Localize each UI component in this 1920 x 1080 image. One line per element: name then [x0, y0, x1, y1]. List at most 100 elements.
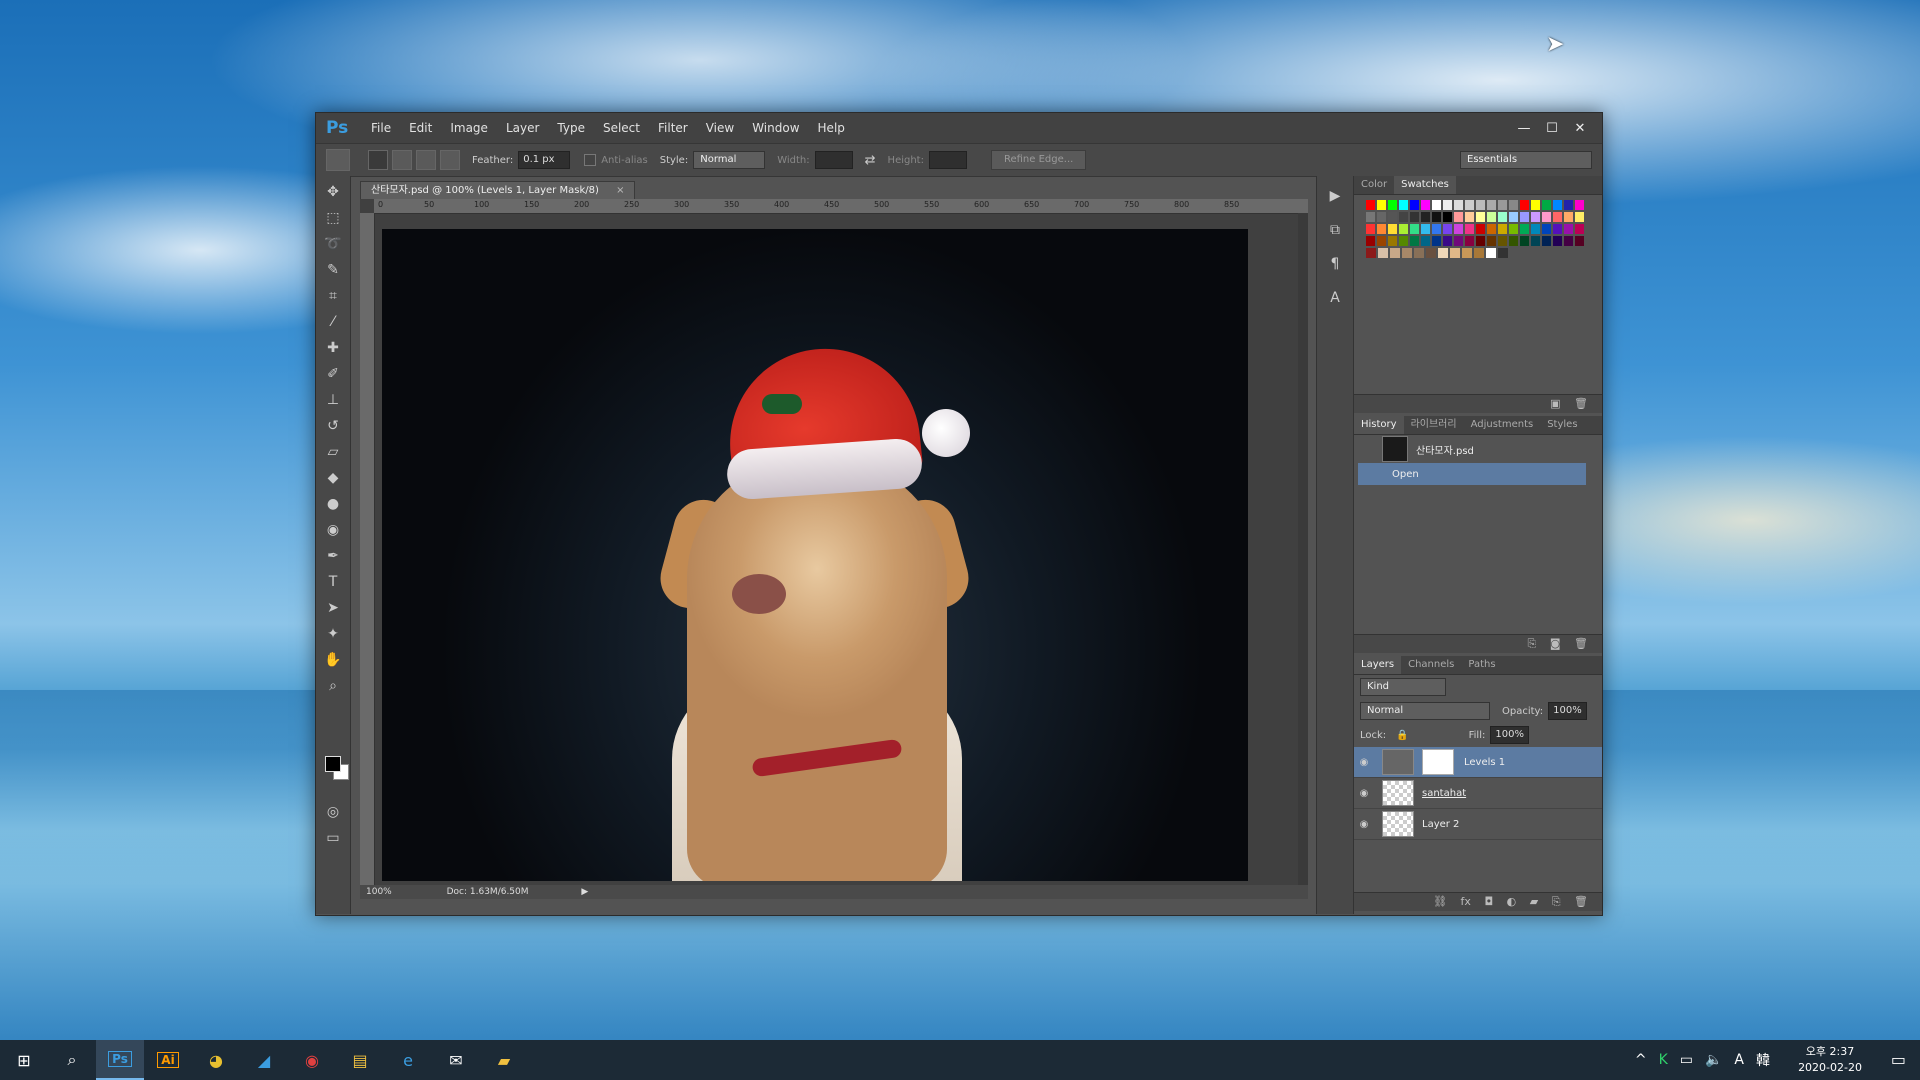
- tool-presets-icon[interactable]: ⧉: [1324, 222, 1346, 244]
- color-swatch[interactable]: [1366, 236, 1375, 246]
- color-swatch[interactable]: [1498, 248, 1508, 258]
- menu-select[interactable]: Select: [594, 113, 649, 143]
- color-swatch[interactable]: [1432, 212, 1441, 222]
- trash-icon[interactable]: 🗑: [1574, 895, 1588, 908]
- color-swatch[interactable]: [1498, 224, 1507, 234]
- color-swatch[interactable]: [1366, 200, 1375, 210]
- document-image[interactable]: [382, 229, 1248, 881]
- trash-icon[interactable]: 🗑: [1574, 637, 1588, 650]
- swap-icon[interactable]: ⇄: [865, 153, 876, 168]
- visibility-eye-icon[interactable]: ◉: [1354, 819, 1374, 830]
- taskbar-illustrator[interactable]: Ai: [144, 1040, 192, 1080]
- color-swatch[interactable]: [1443, 236, 1452, 246]
- color-swatch[interactable]: [1476, 236, 1485, 246]
- canvas-scrollbar[interactable]: [1298, 213, 1308, 885]
- adjustment-icon[interactable]: ◐: [1507, 895, 1517, 908]
- color-swatch[interactable]: [1553, 212, 1562, 222]
- tab-libraries[interactable]: 라이브러리: [1404, 416, 1464, 434]
- tray-k-icon[interactable]: K: [1659, 1052, 1668, 1068]
- color-swatch[interactable]: [1564, 224, 1573, 234]
- eraser-tool-icon[interactable]: ▱: [322, 442, 344, 462]
- shape-tool-icon[interactable]: ✦: [322, 624, 344, 644]
- color-swatch[interactable]: [1399, 224, 1408, 234]
- menu-image[interactable]: Image: [441, 113, 497, 143]
- menu-layer[interactable]: Layer: [497, 113, 548, 143]
- refine-edge-button[interactable]: Refine Edge...: [990, 150, 1087, 170]
- color-swatch[interactable]: [1465, 212, 1474, 222]
- color-swatch[interactable]: [1388, 236, 1397, 246]
- visibility-eye-icon[interactable]: ◉: [1354, 757, 1374, 768]
- color-swatch[interactable]: [1388, 200, 1397, 210]
- color-swatch[interactable]: [1410, 200, 1419, 210]
- healing-brush-tool-icon[interactable]: ✚: [322, 338, 344, 358]
- marquee-tool-icon[interactable]: ⬚: [322, 208, 344, 228]
- character-icon[interactable]: A: [1324, 290, 1346, 312]
- crop-tool-icon[interactable]: ⌗: [322, 286, 344, 306]
- tab-history[interactable]: History: [1354, 416, 1404, 434]
- visibility-eye-icon[interactable]: ◉: [1354, 788, 1374, 799]
- menu-type[interactable]: Type: [548, 113, 594, 143]
- taskbar-app[interactable]: ◢: [240, 1040, 288, 1080]
- color-swatch[interactable]: [1399, 212, 1408, 222]
- play-icon[interactable]: ▶: [1324, 188, 1346, 210]
- lasso-tool-icon[interactable]: ➰: [322, 234, 344, 254]
- tab-styles[interactable]: Styles: [1540, 416, 1584, 434]
- color-swatch[interactable]: [1388, 212, 1397, 222]
- color-swatch[interactable]: [1432, 200, 1441, 210]
- color-swatch[interactable]: [1575, 200, 1584, 210]
- color-swatch[interactable]: [1443, 224, 1452, 234]
- tray-chevron-icon[interactable]: ^: [1635, 1052, 1647, 1068]
- new-layer-icon[interactable]: ⎘: [1552, 895, 1561, 908]
- layer-mask-thumbnail[interactable]: [1422, 749, 1454, 775]
- layer-kind-dropdown[interactable]: Kind: [1360, 678, 1446, 696]
- color-swatch[interactable]: [1366, 248, 1376, 258]
- color-swatch[interactable]: [1564, 200, 1573, 210]
- color-swatch[interactable]: [1399, 200, 1408, 210]
- color-swatch[interactable]: [1531, 236, 1540, 246]
- status-menu-icon[interactable]: ▶: [581, 887, 588, 897]
- color-swatch[interactable]: [1487, 236, 1496, 246]
- minimize-button[interactable]: —: [1510, 121, 1538, 136]
- eyedropper-tool-icon[interactable]: ⁄: [322, 312, 344, 332]
- quick-select-tool-icon[interactable]: ✎: [322, 260, 344, 280]
- color-swatch[interactable]: [1487, 212, 1496, 222]
- menu-file[interactable]: File: [362, 113, 400, 143]
- color-swatch[interactable]: [1454, 200, 1463, 210]
- add-selection-button[interactable]: [392, 150, 412, 170]
- color-swatch[interactable]: [1366, 224, 1375, 234]
- notification-icon[interactable]: ▭: [1891, 1050, 1906, 1069]
- document-close-icon[interactable]: ×: [616, 185, 624, 196]
- menu-view[interactable]: View: [697, 113, 743, 143]
- color-swatch[interactable]: [1564, 212, 1573, 222]
- height-input[interactable]: [928, 151, 967, 169]
- color-swatch[interactable]: [1498, 236, 1507, 246]
- color-swatch[interactable]: [1520, 212, 1529, 222]
- antialias-checkbox[interactable]: [584, 154, 597, 166]
- network-icon[interactable]: ▭: [1680, 1052, 1693, 1068]
- tab-layers[interactable]: Layers: [1354, 656, 1402, 674]
- menu-filter[interactable]: Filter: [649, 113, 697, 143]
- maximize-button[interactable]: ☐: [1538, 121, 1566, 136]
- workspace-dropdown[interactable]: Essentials: [1460, 151, 1592, 169]
- color-swatch[interactable]: [1575, 224, 1584, 234]
- color-swatch[interactable]: [1454, 212, 1463, 222]
- color-swatch[interactable]: [1432, 236, 1441, 246]
- color-swatch[interactable]: [1498, 212, 1507, 222]
- taskbar-photoshop[interactable]: Ps: [96, 1040, 144, 1080]
- layer-row[interactable]: ◉ santahat: [1354, 778, 1602, 809]
- mask-icon[interactable]: ◘: [1484, 895, 1493, 908]
- lock-icon[interactable]: 🔒: [1396, 730, 1408, 741]
- color-swatch[interactable]: [1476, 212, 1485, 222]
- link-icon[interactable]: ⛓: [1433, 895, 1447, 908]
- color-swatch[interactable]: [1476, 224, 1485, 234]
- paint-bucket-tool-icon[interactable]: ◆: [322, 468, 344, 488]
- color-swatch[interactable]: [1474, 248, 1484, 258]
- color-swatch[interactable]: [1378, 248, 1388, 258]
- color-swatch[interactable]: [1564, 236, 1573, 246]
- color-swatch[interactable]: [1421, 224, 1430, 234]
- opacity-input[interactable]: 100%: [1548, 702, 1587, 720]
- tab-swatches[interactable]: Swatches: [1394, 176, 1456, 194]
- document-tab[interactable]: 산타모자.psd @ 100% (Levels 1, Layer Mask/8)…: [360, 181, 636, 200]
- color-swatch[interactable]: [1377, 212, 1386, 222]
- color-swatch[interactable]: [1410, 236, 1419, 246]
